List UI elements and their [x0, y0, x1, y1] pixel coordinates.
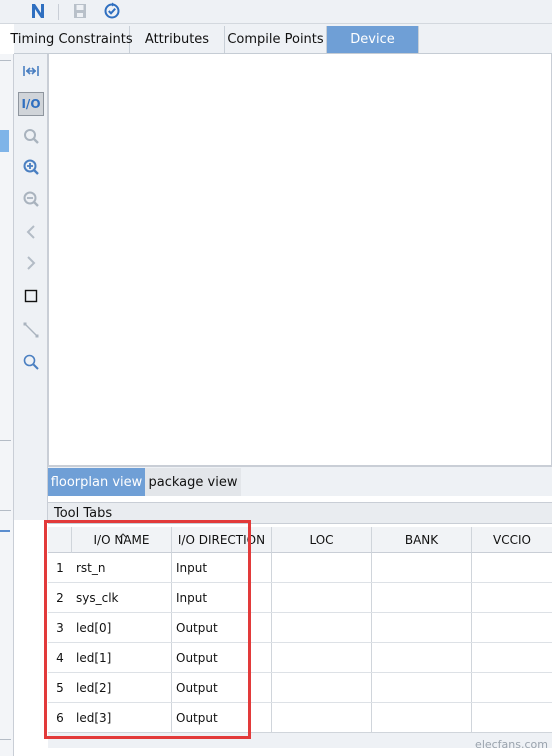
column-label: VCCIO	[493, 532, 531, 547]
main-toolbar	[0, 0, 552, 24]
vccio-cell[interactable]	[472, 613, 552, 643]
tab-floorplan-view[interactable]: floorplan view	[48, 468, 145, 496]
loc-cell[interactable]	[272, 643, 372, 673]
tool-tabs-label: Tool Tabs	[54, 505, 113, 521]
column-label: BANK	[404, 532, 439, 547]
toolbar-separator	[58, 4, 59, 20]
forward-icon[interactable]	[18, 251, 44, 275]
device-canvas[interactable]	[48, 54, 552, 466]
device-view-toolbar: I/O	[14, 54, 48, 520]
column-header-vccio[interactable]: VCCIO	[472, 527, 552, 553]
selected-tree-item[interactable]	[0, 130, 9, 152]
loc-cell[interactable]	[272, 673, 372, 703]
bank-cell[interactable]	[372, 703, 472, 733]
tab-label: Attributes	[144, 32, 210, 47]
column-header-loc[interactable]: LOC	[272, 527, 372, 553]
bank-cell[interactable]	[372, 613, 472, 643]
watermark-text: elecfans.com	[475, 737, 548, 751]
route-line-icon[interactable]	[18, 318, 44, 342]
panel-accent-line	[0, 530, 10, 532]
loc-cell[interactable]	[272, 553, 372, 583]
tab-label: Compile Points	[227, 32, 324, 47]
io-label: I/O	[21, 97, 41, 111]
highlight-box	[44, 520, 251, 739]
zoom-out-icon[interactable]	[18, 187, 44, 211]
tab-label: Device	[350, 32, 395, 47]
view-tab-bar: floorplan view package view	[48, 466, 552, 496]
back-icon[interactable]	[18, 220, 44, 244]
zoom-in-icon[interactable]	[18, 155, 44, 179]
loc-cell[interactable]	[272, 613, 372, 643]
vccio-cell[interactable]	[472, 583, 552, 613]
zoom-area-icon[interactable]	[18, 124, 44, 148]
vccio-cell[interactable]	[472, 643, 552, 673]
bank-cell[interactable]	[372, 673, 472, 703]
loc-cell[interactable]	[272, 703, 372, 733]
panel-divider	[0, 440, 11, 441]
tab-timing-constraints[interactable]: Timing Constraints	[10, 26, 133, 53]
loc-cell[interactable]	[272, 583, 372, 613]
bank-cell[interactable]	[372, 583, 472, 613]
column-label: LOC	[309, 532, 334, 547]
vccio-cell[interactable]	[472, 553, 552, 583]
fit-width-icon[interactable]	[18, 59, 44, 83]
panel-divider	[0, 510, 11, 511]
editor-tab-bar: Timing Constraints Attributes Compile Po…	[10, 24, 552, 54]
left-panel	[0, 54, 14, 756]
panel-divider	[0, 60, 11, 61]
search-icon[interactable]	[18, 350, 44, 374]
tab-compile-points[interactable]: Compile Points	[225, 26, 327, 53]
vccio-cell[interactable]	[472, 673, 552, 703]
check-refresh-icon[interactable]	[102, 1, 122, 21]
column-header-bank[interactable]: BANK	[372, 527, 472, 553]
tab-label: floorplan view	[50, 474, 143, 490]
n-logo-icon[interactable]	[28, 1, 48, 21]
tab-device[interactable]: Device	[327, 26, 419, 53]
select-rect-icon[interactable]	[18, 284, 44, 308]
tab-package-view[interactable]: package view	[145, 468, 241, 496]
vccio-cell[interactable]	[472, 703, 552, 733]
io-icon[interactable]: I/O	[18, 92, 44, 116]
tab-attributes[interactable]: Attributes	[130, 26, 225, 53]
save-icon[interactable]	[70, 1, 90, 21]
tab-label: package view	[148, 474, 238, 490]
tab-label: Timing Constraints	[10, 32, 133, 47]
panel-divider	[0, 739, 11, 740]
bank-cell[interactable]	[372, 643, 472, 673]
watermark: elecfans.com	[420, 733, 552, 755]
bank-cell[interactable]	[372, 553, 472, 583]
